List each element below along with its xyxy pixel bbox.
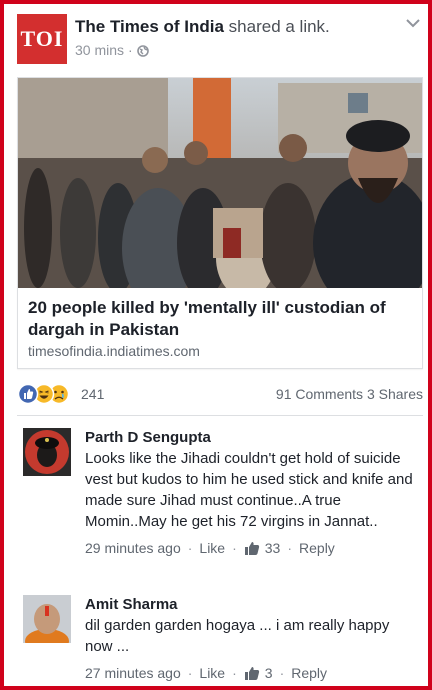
comment-like-button[interactable]: Like bbox=[199, 665, 225, 681]
thumbs-up-icon bbox=[244, 541, 260, 555]
comments-divider bbox=[17, 415, 423, 416]
post-header-text: The Times of India shared a link. 30 min… bbox=[75, 17, 330, 58]
comments-count-link[interactable]: 91 Comments bbox=[276, 386, 363, 402]
post-title-line: The Times of India shared a link. bbox=[75, 17, 330, 37]
commenter-avatar[interactable] bbox=[23, 595, 71, 643]
like-reaction-icon bbox=[17, 383, 39, 405]
post-action-text: shared a link. bbox=[228, 17, 330, 36]
comment-author[interactable]: Amit Sharma bbox=[85, 595, 421, 614]
post-header: TOI The Times of India shared a link. 30… bbox=[17, 14, 423, 64]
comment-body: Amit Sharma dil garden garden hogaya ...… bbox=[85, 595, 421, 681]
link-preview-image[interactable] bbox=[18, 78, 422, 288]
comment-reply-button[interactable]: Reply bbox=[299, 540, 335, 556]
separator-dot: · bbox=[187, 665, 193, 681]
page-logo[interactable]: TOI bbox=[17, 14, 67, 64]
comment-reply-button[interactable]: Reply bbox=[291, 665, 327, 681]
reaction-count[interactable]: 241 bbox=[81, 386, 104, 402]
separator-dot: · bbox=[232, 665, 237, 681]
separator-dot: · bbox=[232, 540, 237, 556]
reaction-icons[interactable] bbox=[17, 383, 77, 405]
comment-actions: 29 minutes ago · Like · 33 · Reply bbox=[85, 540, 421, 556]
separator-dot: · bbox=[187, 540, 193, 556]
comment-body: Parth D Sengupta Looks like the Jihadi c… bbox=[85, 428, 421, 556]
comment-like-count[interactable]: 3 bbox=[265, 665, 273, 681]
link-domain: timesofindia.indiatimes.com bbox=[28, 343, 200, 359]
page-name-link[interactable]: The Times of India bbox=[75, 17, 224, 36]
reactions-bar: 241 91 Comments 3 Shares bbox=[17, 382, 423, 408]
comment-actions: 27 minutes ago · Like · 3 · Reply bbox=[85, 665, 421, 681]
chevron-down-icon[interactable] bbox=[405, 16, 421, 28]
comment-text: Looks like the Jihadi couldn't get hold … bbox=[85, 450, 413, 530]
link-preview-card[interactable]: 20 people killed by 'mentally ill' custo… bbox=[17, 77, 423, 369]
comment-timestamp[interactable]: 27 minutes ago bbox=[85, 665, 181, 681]
post-meta: 30 mins · bbox=[75, 42, 330, 58]
comment-like-button[interactable]: Like bbox=[199, 540, 225, 556]
separator-dot: · bbox=[279, 665, 285, 681]
separator-dot: · bbox=[287, 540, 293, 556]
commenter-avatar[interactable] bbox=[23, 428, 71, 476]
post-frame: TOI The Times of India shared a link. 30… bbox=[0, 0, 432, 690]
link-headline[interactable]: 20 people killed by 'mentally ill' custo… bbox=[28, 297, 408, 341]
comment-like-count[interactable]: 33 bbox=[265, 540, 281, 556]
shares-count-link[interactable]: 3 Shares bbox=[367, 386, 423, 402]
thumbs-up-icon bbox=[244, 666, 260, 680]
comment-timestamp[interactable]: 29 minutes ago bbox=[85, 540, 181, 556]
meta-separator: · bbox=[128, 42, 133, 58]
comment-author[interactable]: Parth D Sengupta bbox=[85, 428, 421, 447]
post-timestamp[interactable]: 30 mins bbox=[75, 42, 124, 58]
globe-icon bbox=[136, 44, 149, 57]
comment-text: dil garden garden hogaya ... i am really… bbox=[85, 617, 390, 655]
post-stats: 91 Comments 3 Shares bbox=[276, 386, 423, 402]
